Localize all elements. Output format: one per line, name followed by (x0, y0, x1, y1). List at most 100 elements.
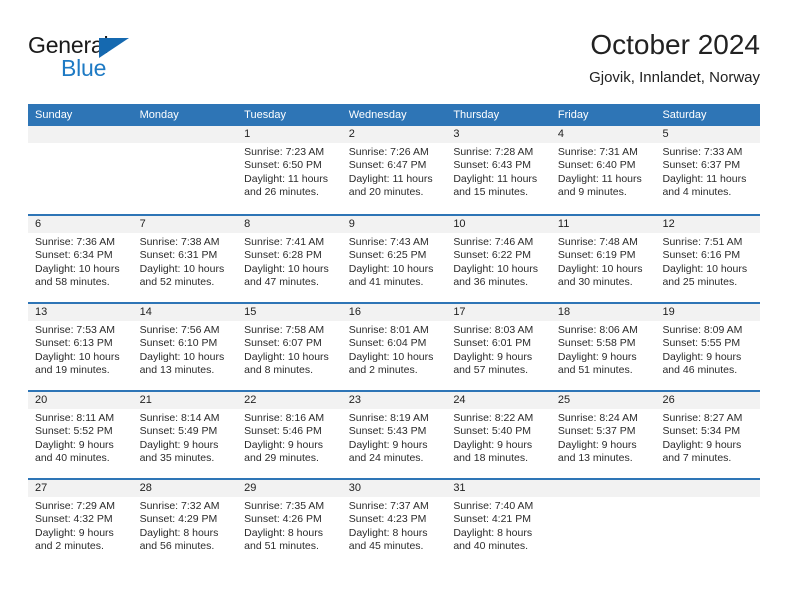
weekday-header-thursday: Thursday (453, 109, 500, 121)
day-details: Sunrise: 8:16 AM Sunset: 5:46 PM Daylight:… (237, 409, 342, 466)
calendar-day-cell[interactable]: 5 Sunrise: 7:33 AM Sunset: 6:37 PM Daylight… (655, 126, 761, 214)
weekday-header-sunday: Sunday (35, 109, 73, 121)
calendar-day-cell[interactable]: 8 Sunrise: 7:41 AM Sunset: 6:28 PM Daylight… (237, 216, 342, 302)
day-number: 22 (237, 392, 342, 409)
calendar-week-row: 6 Sunrise: 7:36 AM Sunset: 6:34 PM Daylight… (28, 214, 761, 302)
sunset-text: Sunset: 6:25 PM (348, 249, 427, 262)
daylight-text: Daylight: 9 hours and 57 minutes. (453, 350, 533, 377)
calendar-day-cell[interactable]: 1 Sunrise: 7:23 AM Sunset: 6:50 PM Daylight… (237, 126, 342, 214)
day-number: 1 (237, 126, 342, 143)
calendar-day-cell[interactable]: 3 Sunrise: 7:28 AM Sunset: 6:43 PM Daylight… (446, 126, 551, 214)
calendar-day-cell[interactable]: 31 Sunrise: 7:40 AM Sunset: 4:21 PM Dayligh… (446, 480, 551, 566)
day-number: 9 (341, 216, 447, 233)
calendar-day-cell[interactable]: 7 Sunrise: 7:38 AM Sunset: 6:31 PM Daylight… (132, 216, 238, 302)
day-number: 23 (341, 392, 447, 409)
sunrise-text: Sunrise: 7:48 AM (557, 236, 638, 248)
sunset-text: Sunset: 6:40 PM (557, 159, 636, 172)
daylight-text: Daylight: 10 hours and 25 minutes. (662, 262, 748, 289)
sunset-text: Sunset: 6:16 PM (662, 249, 741, 262)
calendar-day-cell[interactable]: 20 Sunrise: 8:11 AM Sunset: 5:52 PM Dayligh… (28, 392, 133, 478)
daylight-text: Daylight: 10 hours and 58 minutes. (35, 262, 120, 289)
sunset-text: Sunset: 6:37 PM (662, 159, 741, 172)
weekday-header-row: Sunday Monday Tuesday Wednesday Thursday Frid… (28, 104, 760, 126)
day-number: 25 (550, 392, 656, 409)
day-details: Sunrise: 7:35 AM Sunset: 4:26 PM Daylight:… (237, 497, 342, 554)
day-details: Sunrise: 7:56 AM Sunset: 6:10 PM Daylight:… (133, 321, 238, 378)
sunset-text: Sunset: 6:04 PM (348, 337, 427, 350)
calendar-day-cell[interactable]: 23 Sunrise: 8:19 AM Sunset: 5:43 PM Dayligh… (341, 392, 447, 478)
sunrise-text: Sunrise: 7:40 AM (453, 500, 534, 512)
calendar-day-cell[interactable]: 17 Sunrise: 8:03 AM Sunset: 6:01 PM Dayligh… (446, 304, 551, 390)
daylight-text: Daylight: 9 hours and 46 minutes. (662, 350, 742, 377)
day-details: Sunrise: 7:40 AM Sunset: 4:21 PM Daylight:… (446, 497, 551, 554)
sunset-text: Sunset: 4:23 PM (348, 513, 427, 526)
calendar-day-cell[interactable]: 16 Sunrise: 8:01 AM Sunset: 6:04 PM Dayligh… (341, 304, 447, 390)
day-number: 12 (655, 216, 761, 233)
day-details: Sunrise: 8:09 AM Sunset: 5:55 PM Daylight:… (655, 321, 760, 378)
sunset-text: Sunset: 6:50 PM (244, 159, 322, 172)
daylight-text: Daylight: 10 hours and 2 minutes. (348, 350, 434, 377)
daylight-text: Daylight: 8 hours and 56 minutes. (139, 526, 219, 553)
daylight-text: Daylight: 11 hours and 15 minutes. (453, 172, 538, 199)
weekday-header-monday: Monday (139, 109, 179, 121)
calendar-day-cell[interactable]: 11 Sunrise: 7:48 AM Sunset: 6:19 PM Dayligh… (550, 216, 656, 302)
generalblue-logo[interactable]: General Blue (28, 32, 228, 88)
sunrise-text: Sunrise: 7:36 AM (35, 236, 115, 248)
sunset-text: Sunset: 5:40 PM (453, 425, 531, 438)
calendar-day-cell[interactable]: 24 Sunrise: 8:22 AM Sunset: 5:40 PM Dayligh… (446, 392, 551, 478)
calendar-day-cell[interactable]: 29 Sunrise: 7:35 AM Sunset: 4:26 PM Dayligh… (237, 480, 342, 566)
sunrise-text: Sunrise: 8:16 AM (244, 412, 325, 424)
day-number: 8 (237, 216, 342, 233)
day-number: 27 (28, 480, 133, 497)
daylight-text: Daylight: 8 hours and 40 minutes. (453, 526, 533, 553)
calendar-day-cell[interactable]: 18 Sunrise: 8:06 AM Sunset: 5:58 PM Dayligh… (550, 304, 656, 390)
day-number: 28 (132, 480, 238, 497)
day-details: Sunrise: 8:03 AM Sunset: 6:01 PM Daylight:… (446, 321, 551, 378)
calendar-day-cell[interactable]: 26 Sunrise: 8:27 AM Sunset: 5:34 PM Dayligh… (655, 392, 761, 478)
daylight-text: Daylight: 9 hours and 35 minutes. (139, 438, 219, 465)
calendar-day-cell[interactable]: 25 Sunrise: 8:24 AM Sunset: 5:37 PM Dayligh… (550, 392, 656, 478)
calendar-day-cell[interactable]: 22 Sunrise: 8:16 AM Sunset: 5:46 PM Dayligh… (237, 392, 342, 478)
calendar-day-cell[interactable]: 2 Sunrise: 7:26 AM Sunset: 6:47 PM Daylight… (341, 126, 447, 214)
day-number: 14 (132, 304, 238, 321)
sunrise-text: Sunrise: 7:46 AM (453, 236, 534, 248)
calendar-week-row: 1 Sunrise: 7:23 AM Sunset: 6:50 PM Daylight… (28, 126, 761, 214)
day-number: 24 (446, 392, 551, 409)
calendar-day-cell[interactable]: 14 Sunrise: 7:56 AM Sunset: 6:10 PM Dayligh… (132, 304, 238, 390)
calendar-day-cell[interactable]: 30 Sunrise: 7:37 AM Sunset: 4:23 PM Dayligh… (341, 480, 447, 566)
sunrise-text: Sunrise: 7:35 AM (244, 500, 325, 512)
sunrise-text: Sunrise: 7:31 AM (557, 146, 638, 158)
sunrise-text: Sunrise: 7:33 AM (662, 146, 743, 158)
calendar-day-cell[interactable]: 28 Sunrise: 7:32 AM Sunset: 4:29 PM Dayligh… (132, 480, 238, 566)
daylight-text: Daylight: 10 hours and 8 minutes. (244, 350, 329, 377)
calendar-day-cell[interactable]: 6 Sunrise: 7:36 AM Sunset: 6:34 PM Daylight… (28, 216, 133, 302)
daylight-text: Daylight: 10 hours and 41 minutes. (348, 262, 434, 289)
daylight-text: Daylight: 9 hours and 40 minutes. (35, 438, 114, 465)
calendar-day-cell[interactable]: 9 Sunrise: 7:43 AM Sunset: 6:25 PM Daylight… (341, 216, 447, 302)
sunset-text: Sunset: 5:46 PM (244, 425, 322, 438)
calendar-day-cell[interactable]: 21 Sunrise: 8:14 AM Sunset: 5:49 PM Dayligh… (132, 392, 238, 478)
day-number (132, 126, 238, 143)
sunset-text: Sunset: 5:49 PM (139, 425, 218, 438)
daylight-text: Daylight: 9 hours and 24 minutes. (348, 438, 428, 465)
calendar-weeks: 1 Sunrise: 7:23 AM Sunset: 6:50 PM Daylight… (28, 126, 761, 566)
day-number (28, 126, 133, 143)
sunrise-text: Sunrise: 8:27 AM (662, 412, 743, 424)
daylight-text: Daylight: 8 hours and 45 minutes. (348, 526, 428, 553)
calendar-day-cell[interactable]: 4 Sunrise: 7:31 AM Sunset: 6:40 PM Daylight… (550, 126, 656, 214)
day-number: 4 (550, 126, 656, 143)
calendar-day-cell[interactable]: 12 Sunrise: 7:51 AM Sunset: 6:16 PM Dayligh… (655, 216, 761, 302)
sunrise-text: Sunrise: 7:38 AM (139, 236, 220, 248)
day-number: 19 (655, 304, 761, 321)
calendar-day-cell[interactable]: 10 Sunrise: 7:46 AM Sunset: 6:22 PM Dayligh… (446, 216, 551, 302)
day-details: Sunrise: 8:11 AM Sunset: 5:52 PM Daylight:… (28, 409, 133, 466)
day-number: 7 (132, 216, 238, 233)
day-details: Sunrise: 7:29 AM Sunset: 4:32 PM Daylight:… (28, 497, 133, 554)
sunrise-text: Sunrise: 8:11 AM (35, 412, 115, 424)
daylight-text: Daylight: 10 hours and 30 minutes. (557, 262, 643, 289)
calendar-day-cell[interactable]: 27 Sunrise: 7:29 AM Sunset: 4:32 PM Dayligh… (28, 480, 133, 566)
calendar-day-cell[interactable]: 19 Sunrise: 8:09 AM Sunset: 5:55 PM Dayligh… (655, 304, 761, 390)
daylight-text: Daylight: 10 hours and 19 minutes. (35, 350, 120, 377)
calendar-day-cell[interactable]: 15 Sunrise: 7:58 AM Sunset: 6:07 PM Dayligh… (237, 304, 342, 390)
calendar-day-cell[interactable]: 13 Sunrise: 7:53 AM Sunset: 6:13 PM Dayligh… (28, 304, 133, 390)
